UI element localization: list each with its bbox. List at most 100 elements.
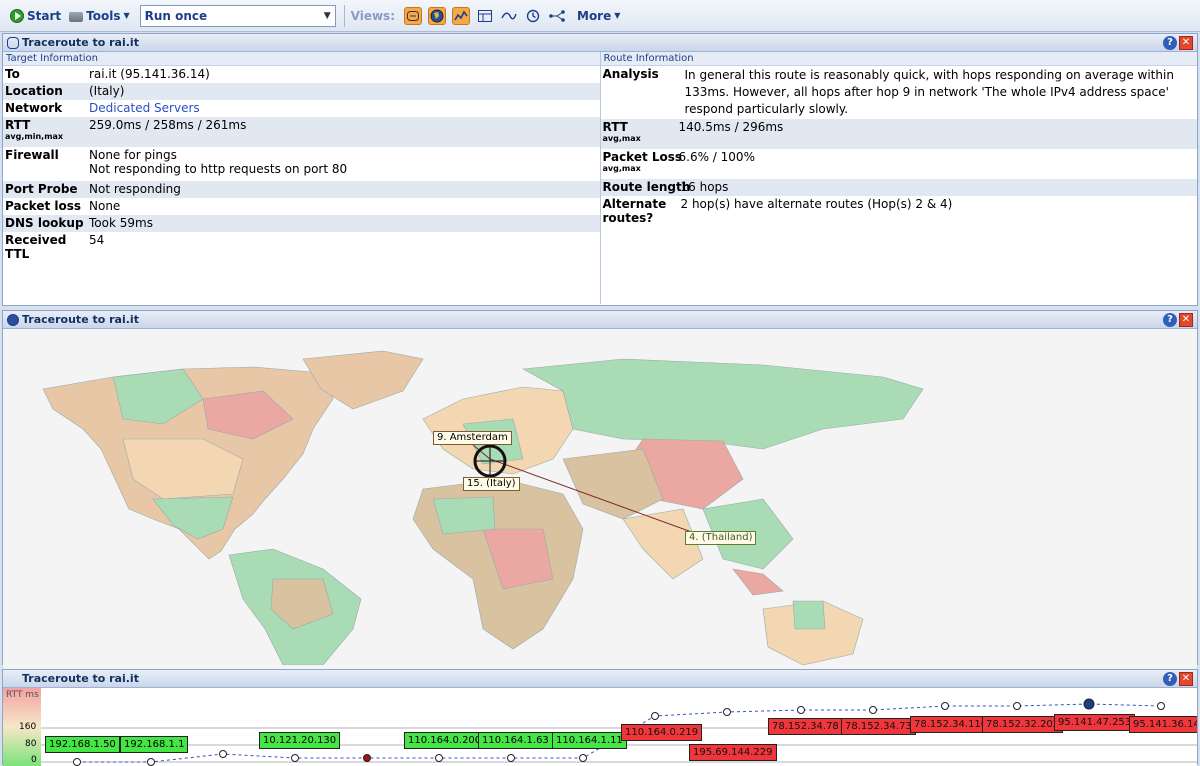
route-rtt-value: 140.5ms / 296ms — [678, 120, 784, 134]
close-icon[interactable]: ✕ — [1179, 36, 1193, 50]
hop-marker — [363, 754, 371, 762]
start-icon — [10, 8, 24, 23]
hop-label[interactable]: 78.152.32.202 — [982, 716, 1064, 733]
hop-label[interactable]: 192.168.1.50 — [45, 736, 120, 753]
hop-marker — [435, 754, 443, 762]
table-view-icon[interactable] — [476, 7, 494, 25]
hop-label[interactable]: 78.152.34.78 — [768, 718, 843, 735]
route-packet-loss-key-label: Packet Loss — [602, 150, 683, 164]
hop-marker — [147, 758, 155, 766]
hop-label[interactable]: 95.141.47.253 — [1054, 714, 1136, 731]
chevron-down-icon: ▼ — [123, 11, 130, 20]
text-view-icon — [7, 36, 19, 49]
run-mode-select[interactable]: Run once ▼ — [139, 4, 336, 27]
hop-label[interactable]: 78.152.34.73 — [841, 718, 916, 735]
info-panel: Traceroute to rai.it ? ✕ Target Informat… — [2, 33, 1198, 306]
dns-lookup-value: Took 59ms — [89, 216, 153, 230]
hop-label[interactable]: 78.152.34.110 — [910, 716, 992, 733]
map-panel: Traceroute to rai.it ? ✕ 9. Amsterdam 15… — [2, 310, 1198, 681]
hop-label[interactable]: 192.168.1.1 — [120, 736, 189, 753]
close-icon[interactable]: ✕ — [1179, 672, 1193, 686]
received-ttl-value: 54 — [89, 233, 105, 247]
tools-button[interactable]: Tools ▼ — [65, 4, 134, 28]
start-label: Start — [27, 8, 62, 23]
map-view-icon[interactable] — [428, 6, 446, 25]
hop-label[interactable]: 110.164.1.11 — [552, 732, 627, 749]
route-rtt-key: RTT avg,max — [603, 120, 679, 148]
text-view-icon[interactable] — [404, 6, 422, 25]
hop-marker — [219, 750, 227, 758]
map-label-italy[interactable]: 15. (Italy) — [463, 477, 520, 491]
rtt-value: 259.0ms / 258ms / 261ms — [89, 118, 247, 132]
run-mode-value: Run once — [144, 8, 208, 23]
route-information: Route Information Analysis In general th… — [600, 52, 1197, 304]
hop-label[interactable]: 195.69.144.229 — [689, 744, 777, 761]
graph-view-icon[interactable] — [452, 6, 470, 25]
rtt-tick-80: 80 — [25, 739, 37, 749]
route-info-heading: Route Information — [600, 52, 1197, 66]
hop-marker — [291, 754, 299, 762]
analysis-value: In general this route is reasonably quic… — [684, 68, 1174, 116]
rtt-graph[interactable]: RTT ms 160 80 0 192.168.1.50 192.168.1.1… — [3, 688, 1197, 766]
world-map[interactable]: 9. Amsterdam 15. (Italy) 4. (Thailand) — [3, 329, 1197, 681]
received-ttl-key: Received TTL — [5, 233, 67, 261]
route-length-key: Route length — [602, 180, 691, 194]
info-panel-header: Traceroute to rai.it ? ✕ — [3, 34, 1197, 52]
route-packet-loss-value: 6.6% / 100% — [678, 150, 755, 164]
help-icon[interactable]: ? — [1163, 672, 1177, 686]
hop-label[interactable]: 95.141.36.14 — [1129, 716, 1197, 733]
to-value: rai.it (95.141.36.14) — [89, 67, 210, 81]
rtt-axis-title: RTT ms — [6, 690, 39, 700]
toolbox-icon — [69, 11, 84, 22]
world-map-svg — [42, 350, 924, 665]
hop-marker — [579, 754, 587, 762]
toolbar-divider — [343, 4, 345, 27]
hop-marker — [507, 754, 515, 762]
route-packet-loss-key: Packet Loss avg,max — [603, 150, 683, 178]
info-panel-title: Traceroute to rai.it — [22, 36, 139, 49]
target-information: Target Information To rai.it (95.141.36.… — [3, 52, 601, 304]
route-length-value: 16 hops — [680, 180, 729, 194]
hop-marker — [651, 712, 659, 720]
trend-view-icon[interactable] — [500, 7, 518, 25]
hop-label[interactable]: 110.164.0.200 — [404, 732, 486, 749]
map-label-amsterdam[interactable]: 9. Amsterdam — [433, 431, 512, 445]
hop-marker — [941, 702, 949, 710]
hop-marker — [723, 708, 731, 716]
more-label: More — [577, 8, 612, 23]
rtt-key-label: RTT — [5, 118, 31, 132]
views-label: Views: — [350, 8, 395, 23]
history-view-icon[interactable] — [524, 7, 542, 25]
chevron-down-icon: ▼ — [614, 11, 621, 20]
chevron-down-icon: ▼ — [323, 10, 331, 21]
rtt-key-sub: avg,min,max — [5, 132, 64, 141]
rtt-tick-0: 0 — [31, 755, 37, 765]
help-icon[interactable]: ? — [1163, 36, 1177, 50]
hop-label[interactable]: 10.121.20.130 — [259, 732, 341, 749]
more-button[interactable]: More ▼ — [573, 4, 624, 28]
network-link[interactable]: Dedicated Servers — [89, 101, 598, 116]
hop-label[interactable]: 110.164.0.219 — [621, 724, 703, 741]
routes-view-icon[interactable] — [548, 7, 566, 25]
packet-loss-key: Packet loss — [5, 199, 82, 213]
map-panel-header: Traceroute to rai.it ? ✕ — [3, 311, 1197, 329]
route-rtt-key-label: RTT — [602, 120, 628, 134]
to-key: To — [5, 67, 20, 81]
rtt-tick-160: 160 — [19, 722, 37, 732]
network-key: Network — [5, 101, 63, 115]
start-button[interactable]: Start — [6, 4, 65, 28]
map-label-thailand[interactable]: 4. (Thailand) — [685, 531, 757, 545]
hop-label[interactable]: 110.164.1.63 — [478, 732, 553, 749]
hop-marker — [869, 706, 877, 714]
hop-marker — [1157, 702, 1165, 710]
graph-panel: Traceroute to rai.it ? ✕ RTT ms 160 80 0… — [2, 669, 1198, 766]
alternate-routes-key: Alternate routes? — [602, 197, 667, 225]
graph-view-icon — [7, 673, 19, 685]
port-probe-key: Port Probe — [5, 182, 78, 196]
dns-lookup-key: DNS lookup — [5, 216, 84, 230]
close-icon[interactable]: ✕ — [1179, 313, 1193, 327]
location-key: Location — [5, 84, 63, 98]
port-probe-value: Not responding — [89, 182, 181, 196]
help-icon[interactable]: ? — [1163, 313, 1177, 327]
graph-panel-header: Traceroute to rai.it ? ✕ — [3, 670, 1197, 688]
